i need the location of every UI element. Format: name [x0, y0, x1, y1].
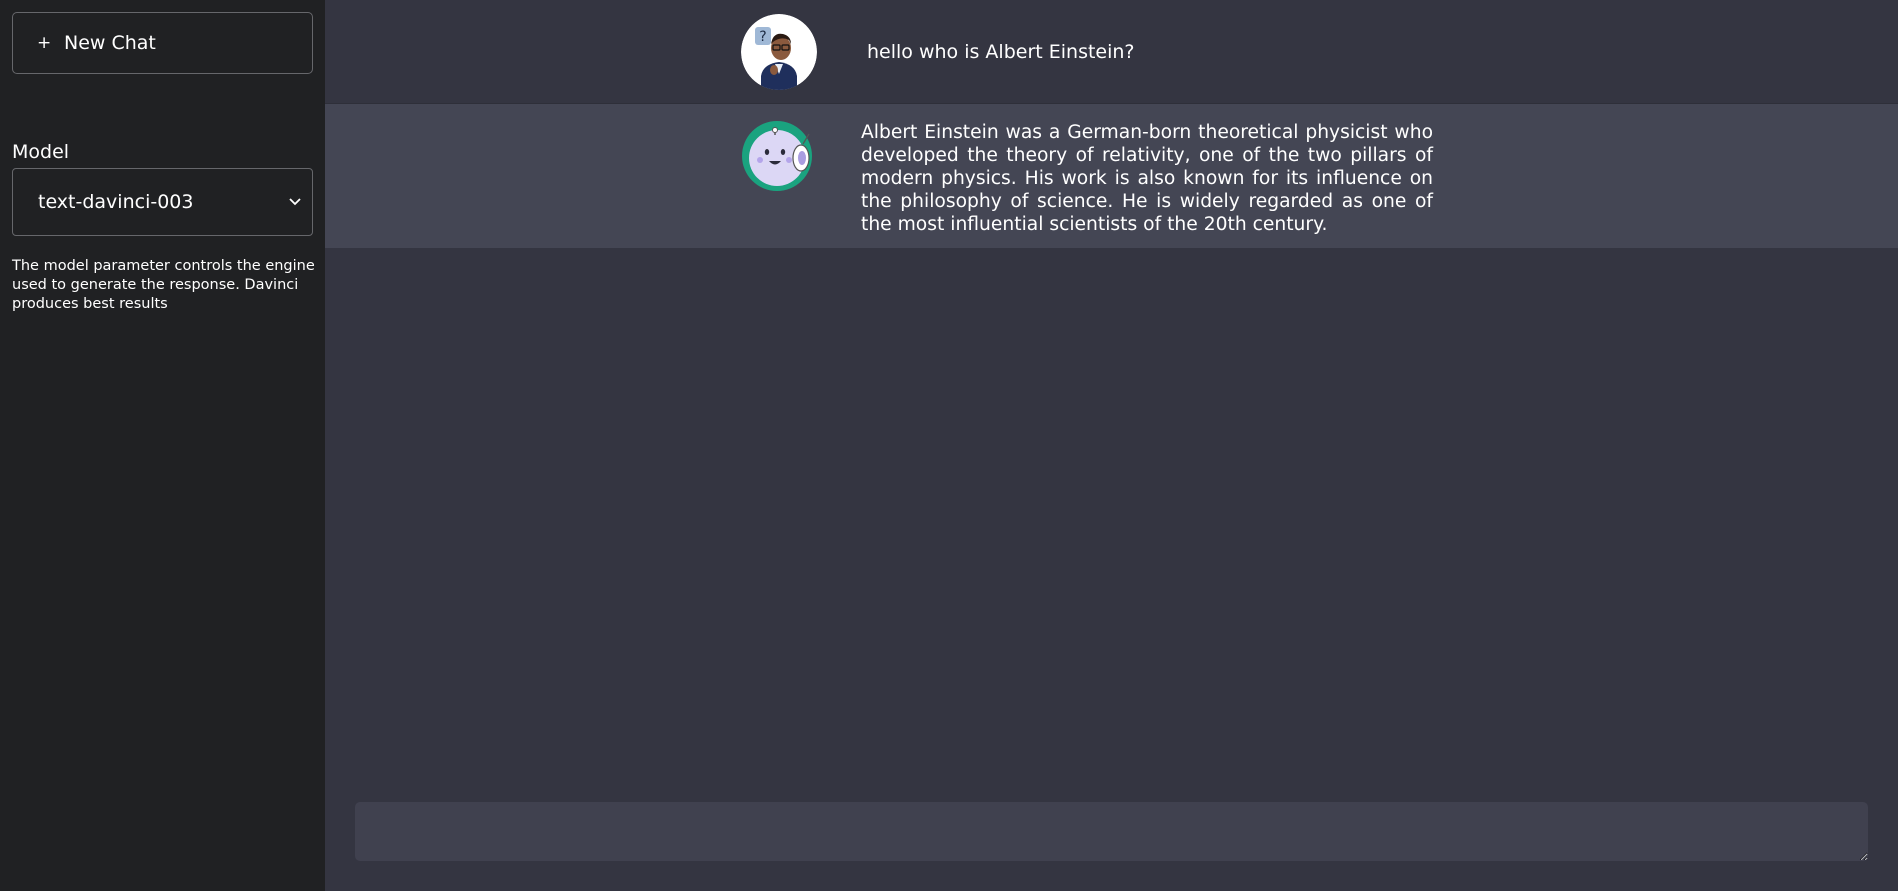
model-description: The model parameter controls the engine …	[12, 258, 315, 312]
model-label: Model	[12, 141, 70, 163]
new-chat-label: New Chat	[64, 32, 156, 54]
user-avatar-icon: ?	[741, 14, 817, 90]
svg-text:?: ?	[759, 29, 766, 45]
assistant-message-text: Albert Einstein was a German-born theore…	[861, 122, 1433, 235]
chat-input[interactable]	[355, 802, 1868, 861]
model-select-value: text-davinci-003	[38, 191, 194, 213]
chat-message-user: ? hello who is Albert Einstein?	[325, 0, 1898, 104]
sidebar: + New Chat Model text-davinci-003 The mo…	[0, 0, 325, 891]
chat-area: ? hello who is Albert Einstein? Albert E…	[325, 0, 1898, 891]
plus-icon: +	[37, 33, 52, 53]
chat-message-assistant: Albert Einstein was a German-born theore…	[325, 104, 1898, 248]
bot-avatar-icon	[741, 118, 817, 194]
user-message-text: hello who is Albert Einstein?	[867, 41, 1135, 63]
app-root: + New Chat Model text-davinci-003 The mo…	[0, 0, 1898, 891]
model-select[interactable]: text-davinci-003	[12, 168, 313, 236]
new-chat-button[interactable]: + New Chat	[12, 12, 313, 74]
chevron-down-icon	[288, 195, 302, 209]
